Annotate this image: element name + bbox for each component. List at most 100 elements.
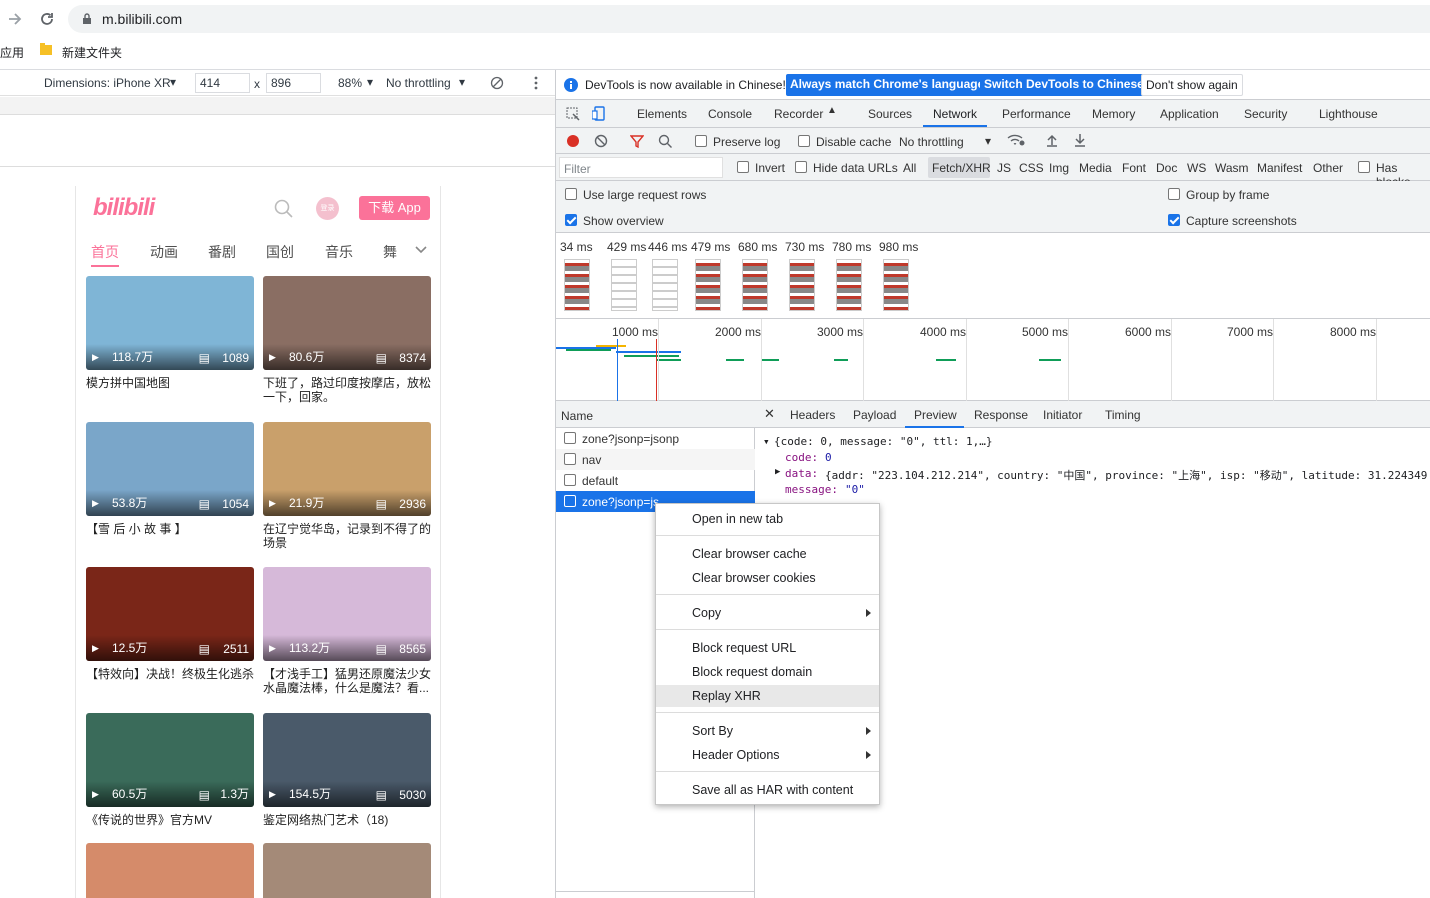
filmstrip-screenshot[interactable] (742, 259, 768, 311)
video-thumbnail[interactable] (263, 843, 431, 898)
import-har-icon[interactable] (1046, 133, 1058, 147)
video-card[interactable]: ▶ 118.7万 ▤ 1089 模方拼中国地图 (86, 276, 254, 404)
request-row[interactable]: zone?jsonp=jsonp (556, 428, 755, 449)
tab-console[interactable]: Console (708, 107, 752, 121)
video-card[interactable]: ▶ 113.2万 ▤ 8565 【才浅手工】猛男还原魔法少女水晶魔法棒，什么是魔法？看.… (263, 567, 431, 695)
filter-other[interactable]: Other (1313, 161, 1343, 175)
video-card[interactable]: ▶ 80.6万 ▤ 8374 下班了，路过印度按摩店，放松一下，回家。 (263, 276, 431, 404)
tab-performance[interactable]: Performance (1002, 107, 1071, 121)
throttling-select[interactable]: No throttling (899, 135, 964, 149)
tab-preview[interactable]: Preview (914, 408, 957, 422)
filter-all[interactable]: All (903, 161, 916, 175)
tab-payload[interactable]: Payload (853, 408, 896, 422)
tab-recorder[interactable]: Recorder (774, 107, 823, 121)
tab-lighthouse[interactable]: Lighthouse (1319, 107, 1378, 121)
video-title[interactable]: 在辽宁觉华岛，记录到不得了的场景 (263, 522, 431, 550)
tab-network[interactable]: Network (933, 107, 977, 121)
filter-input[interactable]: Filter (559, 157, 723, 178)
preserve-log-checkbox[interactable] (695, 135, 707, 147)
tab-home[interactable]: 首页 (91, 242, 119, 262)
chevron-down-icon[interactable] (415, 245, 427, 255)
video-card[interactable]: ▶ 21.9万 ▤ 2936 在辽宁觉华岛，记录到不得了的场景 (263, 422, 431, 550)
filter-manifest[interactable]: Manifest (1257, 161, 1302, 175)
menu-save-har[interactable]: Save all as HAR with content (656, 779, 879, 801)
video-thumbnail[interactable]: ▶ 80.6万 ▤ 8374 (263, 276, 431, 370)
rotate-icon[interactable] (490, 76, 504, 90)
throttling-select[interactable]: No throttling (386, 76, 451, 90)
menu-clear-cache[interactable]: Clear browser cache (656, 543, 879, 565)
menu-open-new-tab[interactable]: Open in new tab (656, 508, 879, 530)
video-title[interactable]: 【特效向】决战！终极生化逃杀 (86, 667, 254, 695)
tab-music[interactable]: 音乐 (325, 242, 353, 262)
request-row[interactable]: default (556, 470, 755, 491)
tab-guochuang[interactable]: 国创 (266, 242, 294, 262)
more-vert-icon[interactable] (533, 76, 539, 90)
menu-replay-xhr[interactable]: Replay XHR (656, 685, 879, 707)
tab-memory[interactable]: Memory (1092, 107, 1135, 121)
video-thumbnail[interactable] (86, 843, 254, 898)
tab-application[interactable]: Application (1160, 107, 1219, 121)
device-toggle-icon[interactable] (592, 106, 606, 122)
menu-header-options[interactable]: Header Options (656, 744, 879, 766)
filmstrip-screenshot[interactable] (836, 259, 862, 311)
tab-sources[interactable]: Sources (868, 107, 912, 121)
menu-block-url[interactable]: Block request URL (656, 637, 879, 659)
tab-elements[interactable]: Elements (637, 107, 687, 121)
address-bar[interactable]: m.bilibili.com (68, 5, 1430, 33)
video-thumbnail[interactable]: ▶ 21.9万 ▤ 2936 (263, 422, 431, 516)
video-thumbnail[interactable]: ▶ 60.5万 ▤ 1.3万 (86, 713, 254, 807)
video-title[interactable]: 下班了，路过印度按摩店，放松一下，回家。 (263, 376, 431, 404)
video-thumbnail[interactable]: ▶ 113.2万 ▤ 8565 (263, 567, 431, 661)
name-column-header[interactable]: Name (561, 409, 593, 423)
filmstrip-screenshot[interactable] (652, 259, 678, 311)
zoom-select[interactable]: 88% (338, 76, 362, 90)
filter-media[interactable]: Media (1079, 161, 1112, 175)
video-card[interactable]: ▶ 60.5万 ▤ 1.3万《传说的世界》官方MV (86, 713, 254, 841)
clear-icon[interactable] (594, 134, 608, 148)
video-thumbnail[interactable]: ▶ 53.8万 ▤ 1054 (86, 422, 254, 516)
menu-block-domain[interactable]: Block request domain (656, 661, 879, 683)
bookmark-folder[interactable]: 新建文件夹 (62, 44, 122, 61)
menu-sort-by[interactable]: Sort By (656, 720, 879, 742)
video-card[interactable]: ▶ 53.8万 ▤ 1054 【雪 后 小 故 事 】 (86, 422, 254, 550)
switch-to-chinese-button[interactable]: Switch DevTools to Chinese (980, 74, 1148, 96)
filter-css[interactable]: CSS (1019, 161, 1044, 175)
reload-icon[interactable] (38, 10, 56, 28)
record-icon[interactable] (566, 134, 580, 148)
filter-js[interactable]: JS (997, 161, 1011, 175)
filmstrip-screenshot[interactable] (789, 259, 815, 311)
hide-data-urls-checkbox[interactable] (795, 161, 807, 173)
filter-fetch-xhr[interactable]: Fetch/XHR (932, 161, 991, 175)
video-card[interactable]: ▶ 154.5万 ▤ 5030 鉴定网络热门艺术（18) (263, 713, 431, 841)
group-by-frame-checkbox[interactable] (1168, 188, 1180, 200)
tab-response[interactable]: Response (974, 408, 1028, 422)
dont-show-again-button[interactable]: Don't show again (1141, 74, 1243, 96)
video-thumbnail[interactable]: ▶ 12.5万 ▤ 2511 (86, 567, 254, 661)
video-card[interactable] (263, 843, 431, 898)
filter-img[interactable]: Img (1049, 161, 1069, 175)
tab-timing[interactable]: Timing (1105, 408, 1141, 422)
video-title[interactable]: 【才浅手工】猛男还原魔法少女水晶魔法棒，什么是魔法？看... (263, 667, 431, 695)
filter-wasm[interactable]: Wasm (1215, 161, 1249, 175)
tab-initiator[interactable]: Initiator (1043, 408, 1082, 422)
filter-icon[interactable] (630, 134, 644, 148)
always-match-language-button[interactable]: Always match Chrome's language (786, 74, 989, 96)
disable-cache-checkbox[interactable] (798, 135, 810, 147)
width-input[interactable]: 414 (195, 73, 250, 93)
video-title[interactable]: 《传说的世界》官方MV (86, 813, 254, 841)
tab-dance[interactable]: 舞 (383, 242, 397, 262)
inspect-element-icon[interactable] (566, 107, 580, 121)
filter-ws[interactable]: WS (1187, 161, 1206, 175)
filmstrip-screenshot[interactable] (695, 259, 721, 311)
filter-font[interactable]: Font (1122, 161, 1146, 175)
video-card[interactable] (86, 843, 254, 898)
invert-checkbox[interactable] (737, 161, 749, 173)
video-thumbnail[interactable]: ▶ 154.5万 ▤ 5030 (263, 713, 431, 807)
tab-headers[interactable]: Headers (790, 408, 835, 422)
filmstrip-screenshot[interactable] (883, 259, 909, 311)
menu-clear-cookies[interactable]: Clear browser cookies (656, 567, 879, 589)
bookmark-apps[interactable]: 应用 (0, 44, 24, 61)
video-title[interactable]: 鉴定网络热门艺术（18) (263, 813, 431, 841)
tab-bangumi[interactable]: 番剧 (208, 242, 236, 262)
menu-copy[interactable]: Copy (656, 602, 879, 624)
